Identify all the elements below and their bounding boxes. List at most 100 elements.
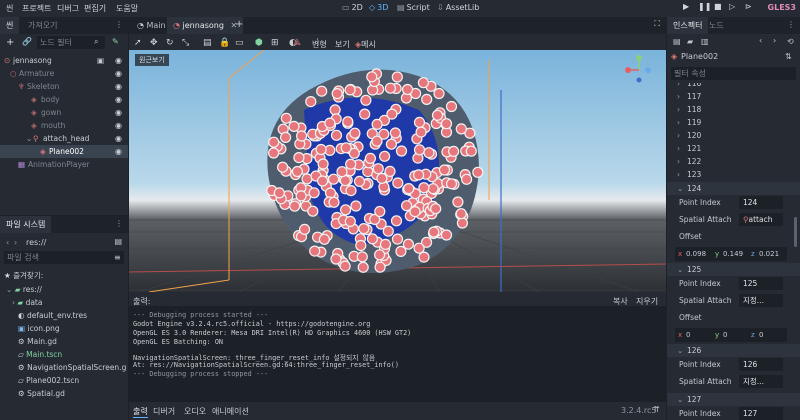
tab-main[interactable]: ◔ Main xyxy=(131,17,172,34)
tree-item-plane002[interactable]: ◈ Plane002 ◉ xyxy=(0,145,128,158)
transform-menu[interactable]: 변형 xyxy=(312,39,327,50)
array-item-collapsed[interactable]: › 120 xyxy=(667,129,800,142)
menu-scene[interactable]: 씬 xyxy=(6,3,13,14)
list-select-icon[interactable]: ▤ xyxy=(203,38,212,48)
array-item-collapsed[interactable]: › 121 xyxy=(667,142,800,155)
dock-menu-icon[interactable]: ⋮ xyxy=(115,21,123,29)
fullscreen-icon[interactable]: ⛶ xyxy=(654,20,660,28)
sort-icon[interactable]: ≡ xyxy=(114,253,121,262)
tree-item-jennasong[interactable]: ⊙ jennasong ▣ ◉ xyxy=(0,54,128,67)
output-log[interactable]: --- Debugging process started --- Godot … xyxy=(129,306,666,402)
spatial-attach-field[interactable]: 지정... xyxy=(739,375,783,388)
point-index-field[interactable]: 126 xyxy=(739,358,783,371)
fs-item-main-tscn[interactable]: ▱ Main.tscn xyxy=(18,348,62,361)
3d-viewport[interactable]: 원근보기 xyxy=(129,50,666,292)
visibility-icon[interactable]: ◉ xyxy=(115,54,122,67)
workspace-assetlib-button[interactable]: ⇩ AssetLib xyxy=(437,3,479,12)
tree-item-mouth[interactable]: ◈ mouth ◉ xyxy=(0,119,128,132)
play-icon[interactable]: ▶ xyxy=(683,3,689,11)
new-tab-icon[interactable]: + xyxy=(235,20,243,30)
tab-import[interactable]: 가져오기 xyxy=(22,17,63,34)
tab-animation[interactable]: 애니메이션 xyxy=(212,406,249,417)
history-forward-icon[interactable]: › xyxy=(773,36,776,45)
mesh-menu[interactable]: ◈메시 xyxy=(355,39,376,50)
perspective-menu[interactable]: 원근보기 xyxy=(135,54,169,66)
visibility-icon[interactable]: ◉ xyxy=(115,145,122,158)
save-icon[interactable]: ▥ xyxy=(701,37,709,46)
tab-jennasong[interactable]: ◔ jennasong ✕ xyxy=(167,17,244,34)
array-item-collapsed[interactable]: › 119 xyxy=(667,116,800,129)
local-space-icon[interactable]: ⬢ xyxy=(255,38,263,48)
menu-project[interactable]: 프로젝트 xyxy=(22,3,51,14)
chevron-down-icon[interactable]: ⌄ xyxy=(26,132,32,145)
film-icon[interactable]: ▣ xyxy=(97,54,104,67)
new-resource-icon[interactable]: ▤ xyxy=(673,37,681,46)
array-item-collapsed[interactable]: › 122 xyxy=(667,155,800,168)
snap-icon[interactable]: ⊞ xyxy=(271,38,279,48)
scale-tool-icon[interactable]: ⤡ xyxy=(182,38,189,48)
point-index-field[interactable]: 125 xyxy=(739,277,783,290)
expand-icon[interactable]: ⇈ xyxy=(653,405,660,414)
pause-icon[interactable]: ❚❚ xyxy=(698,3,711,11)
visibility-icon[interactable]: ◉ xyxy=(115,80,122,93)
lock-icon[interactable]: 🔒 xyxy=(219,38,230,48)
stop-icon[interactable]: ■ xyxy=(714,3,722,11)
tree-item-animationplayer[interactable]: ▦ AnimationPlayer xyxy=(0,158,128,171)
point-index-field[interactable]: 127 xyxy=(739,407,783,420)
tab-output[interactable]: 출력 xyxy=(133,406,148,418)
visibility-icon[interactable]: ◉ xyxy=(115,67,122,80)
path-field[interactable]: res:// xyxy=(26,238,46,247)
tab-audio[interactable]: 오디오 xyxy=(184,406,206,417)
visibility-icon[interactable]: ◉ xyxy=(115,132,122,145)
tab-scene[interactable]: 씬 xyxy=(0,17,20,34)
fs-item-default-env[interactable]: ◐ default_env.tres xyxy=(18,309,87,322)
file-search-input[interactable]: 파일 검색 xyxy=(4,251,124,264)
dock-menu-icon[interactable]: ⋮ xyxy=(115,220,123,228)
scrollbar[interactable] xyxy=(794,217,797,247)
array-item-collapsed[interactable]: › 116 xyxy=(667,83,800,90)
tree-item-attach-head[interactable]: ⌄ ⚲ attach_head ◉ xyxy=(0,132,128,145)
tab-debugger[interactable]: 디버거 xyxy=(153,406,175,417)
tab-node[interactable]: 노드 xyxy=(703,17,730,34)
property-filter-input[interactable]: 필터 속성 xyxy=(671,67,796,80)
history-back-icon[interactable]: ‹ xyxy=(759,36,762,45)
fs-item-spatial-gd[interactable]: ⚙ Spatial.gd xyxy=(18,387,65,400)
workspace-2d-button[interactable]: ▭ 2D xyxy=(342,3,363,12)
menu-debug[interactable]: 디버그 xyxy=(57,3,79,14)
fs-item-icon-png[interactable]: ▣ icon.png xyxy=(18,322,60,335)
rotate-tool-icon[interactable]: ↻ xyxy=(166,38,174,48)
offset-vector-field[interactable]: x 0.098 y 0.149 z 0.021 xyxy=(675,247,787,261)
dock-menu-icon[interactable]: ⋮ xyxy=(787,21,795,29)
forward-icon[interactable]: › xyxy=(14,238,17,247)
menu-editor[interactable]: 편집기 xyxy=(84,3,106,14)
group-icon[interactable]: ▭ xyxy=(235,38,244,48)
move-tool-icon[interactable]: ✥ xyxy=(150,38,158,48)
add-node-icon[interactable]: + xyxy=(6,38,14,48)
fs-item-res[interactable]: ⌄ ▰ res:// xyxy=(6,283,42,296)
fs-item-navigation-gd[interactable]: ⚙ NavigationSpatialScreen.g xyxy=(18,361,126,374)
array-item-collapsed[interactable]: › 118 xyxy=(667,103,800,116)
tree-item-body[interactable]: ◈ body ◉ xyxy=(0,93,128,106)
tab-filesystem[interactable]: 파일 시스템 xyxy=(0,216,52,233)
array-item-collapsed[interactable]: › 117 xyxy=(667,90,800,103)
play-scene-icon[interactable]: ▷ xyxy=(729,3,735,11)
array-item-expanded[interactable]: ⌄ 126 xyxy=(667,344,800,357)
view-menu[interactable]: 보기 xyxy=(335,39,350,50)
tree-item-skeleton[interactable]: ♆ Skeleton ◉ xyxy=(0,80,128,93)
tree-item-armature[interactable]: ○ Armature ◉ xyxy=(0,67,128,80)
play-custom-icon[interactable]: ⊳ xyxy=(745,3,752,11)
point-index-field[interactable]: 124 xyxy=(739,196,783,209)
spatial-attach-field[interactable]: 지정... xyxy=(739,294,783,307)
history-icon[interactable]: ⟲ xyxy=(787,37,794,46)
tools-icon[interactable]: ⇅ xyxy=(785,52,792,61)
array-item-expanded[interactable]: ⌄ 127 xyxy=(667,393,800,406)
offset-vector-field[interactable]: x0 y0 z0 xyxy=(675,328,787,342)
select-tool-icon[interactable]: ➚ xyxy=(134,38,142,48)
visibility-icon[interactable]: ◉ xyxy=(115,119,122,132)
script-attach-icon[interactable]: ✎ xyxy=(112,38,119,46)
node-selector[interactable]: ◈ Plane002 ⇅ xyxy=(671,51,796,64)
back-icon[interactable]: ‹ xyxy=(6,238,9,247)
fs-item-data[interactable]: › ▰ data xyxy=(12,296,42,309)
split-view-icon[interactable]: ▤ xyxy=(114,237,122,246)
load-icon[interactable]: ▰ xyxy=(687,37,693,46)
